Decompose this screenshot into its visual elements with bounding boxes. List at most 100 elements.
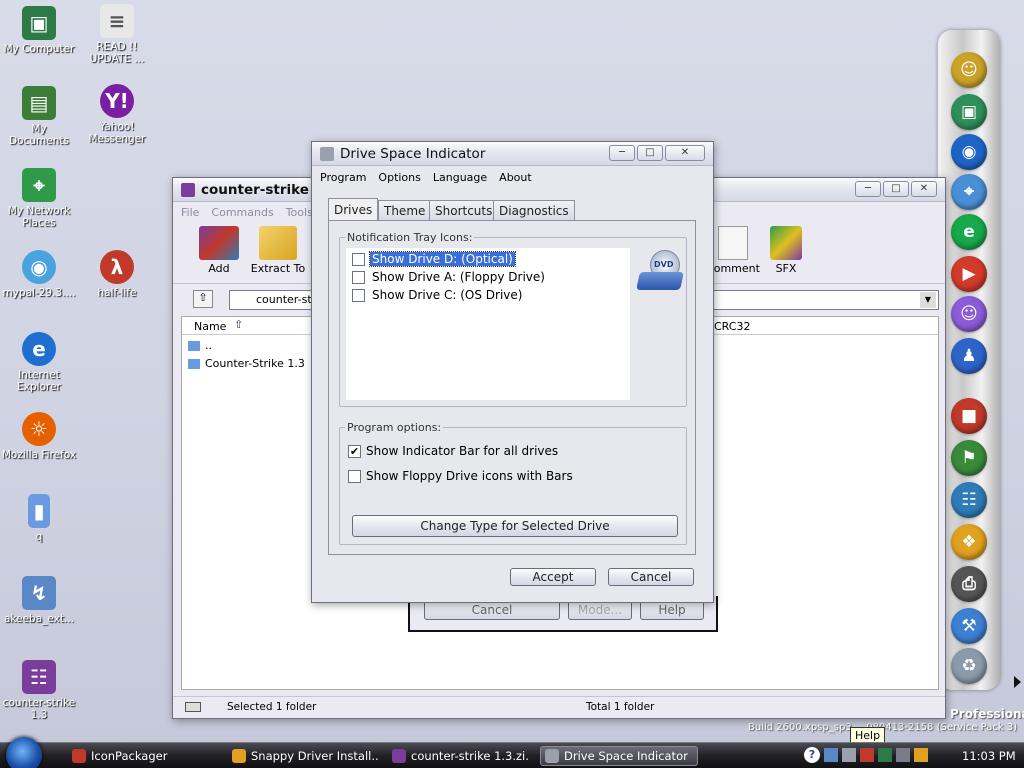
drive-item-c[interactable]: Show Drive C: (OS Drive) [352,288,524,302]
accept-button[interactable]: Accept [510,568,596,586]
menu-commands[interactable]: Commands [211,206,273,219]
help-icon[interactable]: ? [804,747,820,763]
extract-folder-icon [259,226,297,260]
power-tray-icon[interactable] [914,748,928,762]
desktop-icon-network-places[interactable]: ⌖ My Network Places [1,168,77,229]
desktop-icon-akeeba[interactable]: ↯ akeeba_ext... [1,576,77,625]
option-floppy-icons[interactable]: Show Floppy Drive icons with Bars [348,469,573,483]
desktop-icon-label: My Network Places [7,205,71,229]
recycle-bin-icon[interactable]: ♻ [951,648,987,684]
table-row[interactable]: Counter-Strike 1.3 [188,357,305,370]
globe-app-icon[interactable]: ◉ [951,134,987,170]
toolbar-add-button[interactable]: Add [191,226,247,275]
taskbar-item-label: counter-strike 1.3.zi... [411,749,530,763]
column-crc32[interactable]: CRC32 [714,320,750,333]
desktop-icon-label: Yahoo! Messenger [88,121,146,145]
minimize-button[interactable]: ─ [609,145,635,161]
change-type-button[interactable]: Change Type for Selected Drive [352,515,678,537]
taskbar-item-snappy-driver[interactable]: Snappy Driver Install... [228,746,378,766]
media-app-icon[interactable]: ▶ [951,256,987,292]
maximize-button[interactable]: □ [637,145,663,161]
minimize-button[interactable]: ─ [855,181,881,197]
floppy-icons-checkbox[interactable] [348,469,361,483]
close-button[interactable]: ✕ [911,181,937,197]
toolbar-add-label: Add [208,262,230,275]
tools-app-icon[interactable]: ⚒ [951,608,987,644]
system-tray: ? [804,747,928,763]
desktop-icon-counter-strike[interactable]: ☷ counter-strike 1.3 [1,660,77,721]
option-indicator-bar[interactable]: ✔ Show Indicator Bar for all drives [348,444,558,458]
desktop-icon-yahoo-messenger[interactable]: Y! Yahoo! Messenger [79,84,155,145]
monitor-app-icon[interactable]: ▣ [951,94,987,130]
desktop-icon-q-folder[interactable]: ▮ q [1,494,77,543]
toolbar-sfx-button[interactable]: SFX [763,226,809,275]
maximize-button[interactable]: □ [883,181,909,197]
menu-language[interactable]: Language [433,171,487,184]
windows-flag-icon[interactable]: ⚑ [951,440,987,476]
tab-drives[interactable]: Drives [328,198,379,220]
tab-theme[interactable]: Theme [378,200,432,220]
desktop-icon-label: Internet Explorer [17,369,61,393]
network-tray-icon[interactable] [824,748,838,762]
toolbar-extract-button[interactable]: Extract To [247,226,309,275]
menu-tools[interactable]: Tools [286,206,313,219]
tab-shortcuts[interactable]: Shortcuts [429,200,499,220]
drive-item-a[interactable]: Show Drive A: (Floppy Drive) [352,270,547,284]
drive-c-label: Show Drive C: (OS Drive) [372,288,523,302]
column-name[interactable]: Name [194,320,226,333]
desktop-icon-label: q [35,531,43,543]
background-mode-button[interactable]: Mode... [568,600,632,620]
cube-app-icon[interactable]: ■ [951,398,987,434]
sort-arrow-icon: ⇧ [234,318,244,331]
desktop-icon-my-documents[interactable]: ▤ My Documents [1,86,77,147]
background-help-button[interactable]: Help [640,600,704,620]
up-folder-button[interactable]: ⇧ [193,290,213,308]
drive-body [636,272,684,290]
volume-tray-icon[interactable] [842,748,856,762]
start-button[interactable] [6,737,42,768]
windows-logo-app-icon[interactable]: ❖ [951,524,987,560]
taskbar-item-drive-space-indicator[interactable]: Drive Space Indicator [540,746,698,766]
dialog-titlebar[interactable]: Drive Space Indicator ─ □ ✕ [312,142,713,166]
books-app-icon[interactable]: ☷ [951,482,987,518]
menu-program[interactable]: Program [320,171,366,184]
desktop: ▣ My Computer ≡ READ !! UPDATE ... ▤ My … [0,0,1024,744]
toolbar-sfx-label: SFX [775,262,797,275]
text-document-icon: ≡ [100,4,134,38]
desktop-icon-internet-explorer[interactable]: e Internet Explorer [1,332,77,393]
half-life-icon: λ [100,250,134,284]
smiley-app-icon[interactable]: ☺ [951,52,987,88]
network-app-icon[interactable]: ⌖ [951,174,987,210]
cancel-button[interactable]: Cancel [608,568,694,586]
desktop-icon-readme[interactable]: ≡ READ !! UPDATE ... [79,4,155,65]
security-tray-icon[interactable] [860,748,874,762]
close-button[interactable]: ✕ [665,145,705,161]
clock[interactable]: 11:03 PM [962,749,1016,763]
add-archive-icon [199,226,239,260]
speaker-tray-icon[interactable] [896,748,910,762]
indicator-bar-checkbox[interactable]: ✔ [348,444,361,458]
msn-user-app-icon[interactable]: ♟ [951,338,987,374]
menu-options[interactable]: Options [378,171,420,184]
ie-app-icon[interactable]: e [951,214,987,250]
drive-d-checkbox[interactable] [352,252,365,266]
address-dropdown-icon[interactable]: ▼ [920,292,936,308]
taskbar-item-counter-strike[interactable]: counter-strike 1.3.zi... [388,746,530,766]
desktop-icon-mypal[interactable]: ◉ mypal-29.3.... [1,250,77,299]
display-tray-icon[interactable] [878,748,892,762]
menu-about[interactable]: About [499,171,532,184]
background-cancel-button[interactable]: Cancel [424,600,560,620]
menu-file[interactable]: File [181,206,199,219]
messenger-app-icon[interactable]: ☺ [951,296,987,332]
tab-diagnostics[interactable]: Diagnostics [493,200,575,220]
taskbar: IconPackager Snappy Driver Install... co… [0,737,1024,768]
taskbar-item-iconpackager[interactable]: IconPackager [68,746,216,766]
desktop-icon-half-life[interactable]: λ half-life [79,250,155,299]
drive-a-checkbox[interactable] [352,270,365,284]
desktop-icon-firefox[interactable]: ☼ Mozilla Firefox [1,412,77,461]
drive-item-d[interactable]: Show Drive D: (Optical) [352,251,516,267]
table-row[interactable]: .. [188,339,212,352]
desktop-icon-my-computer[interactable]: ▣ My Computer [1,6,77,55]
scanner-app-icon[interactable]: ⎙ [951,566,987,602]
drive-c-checkbox[interactable] [352,288,365,302]
